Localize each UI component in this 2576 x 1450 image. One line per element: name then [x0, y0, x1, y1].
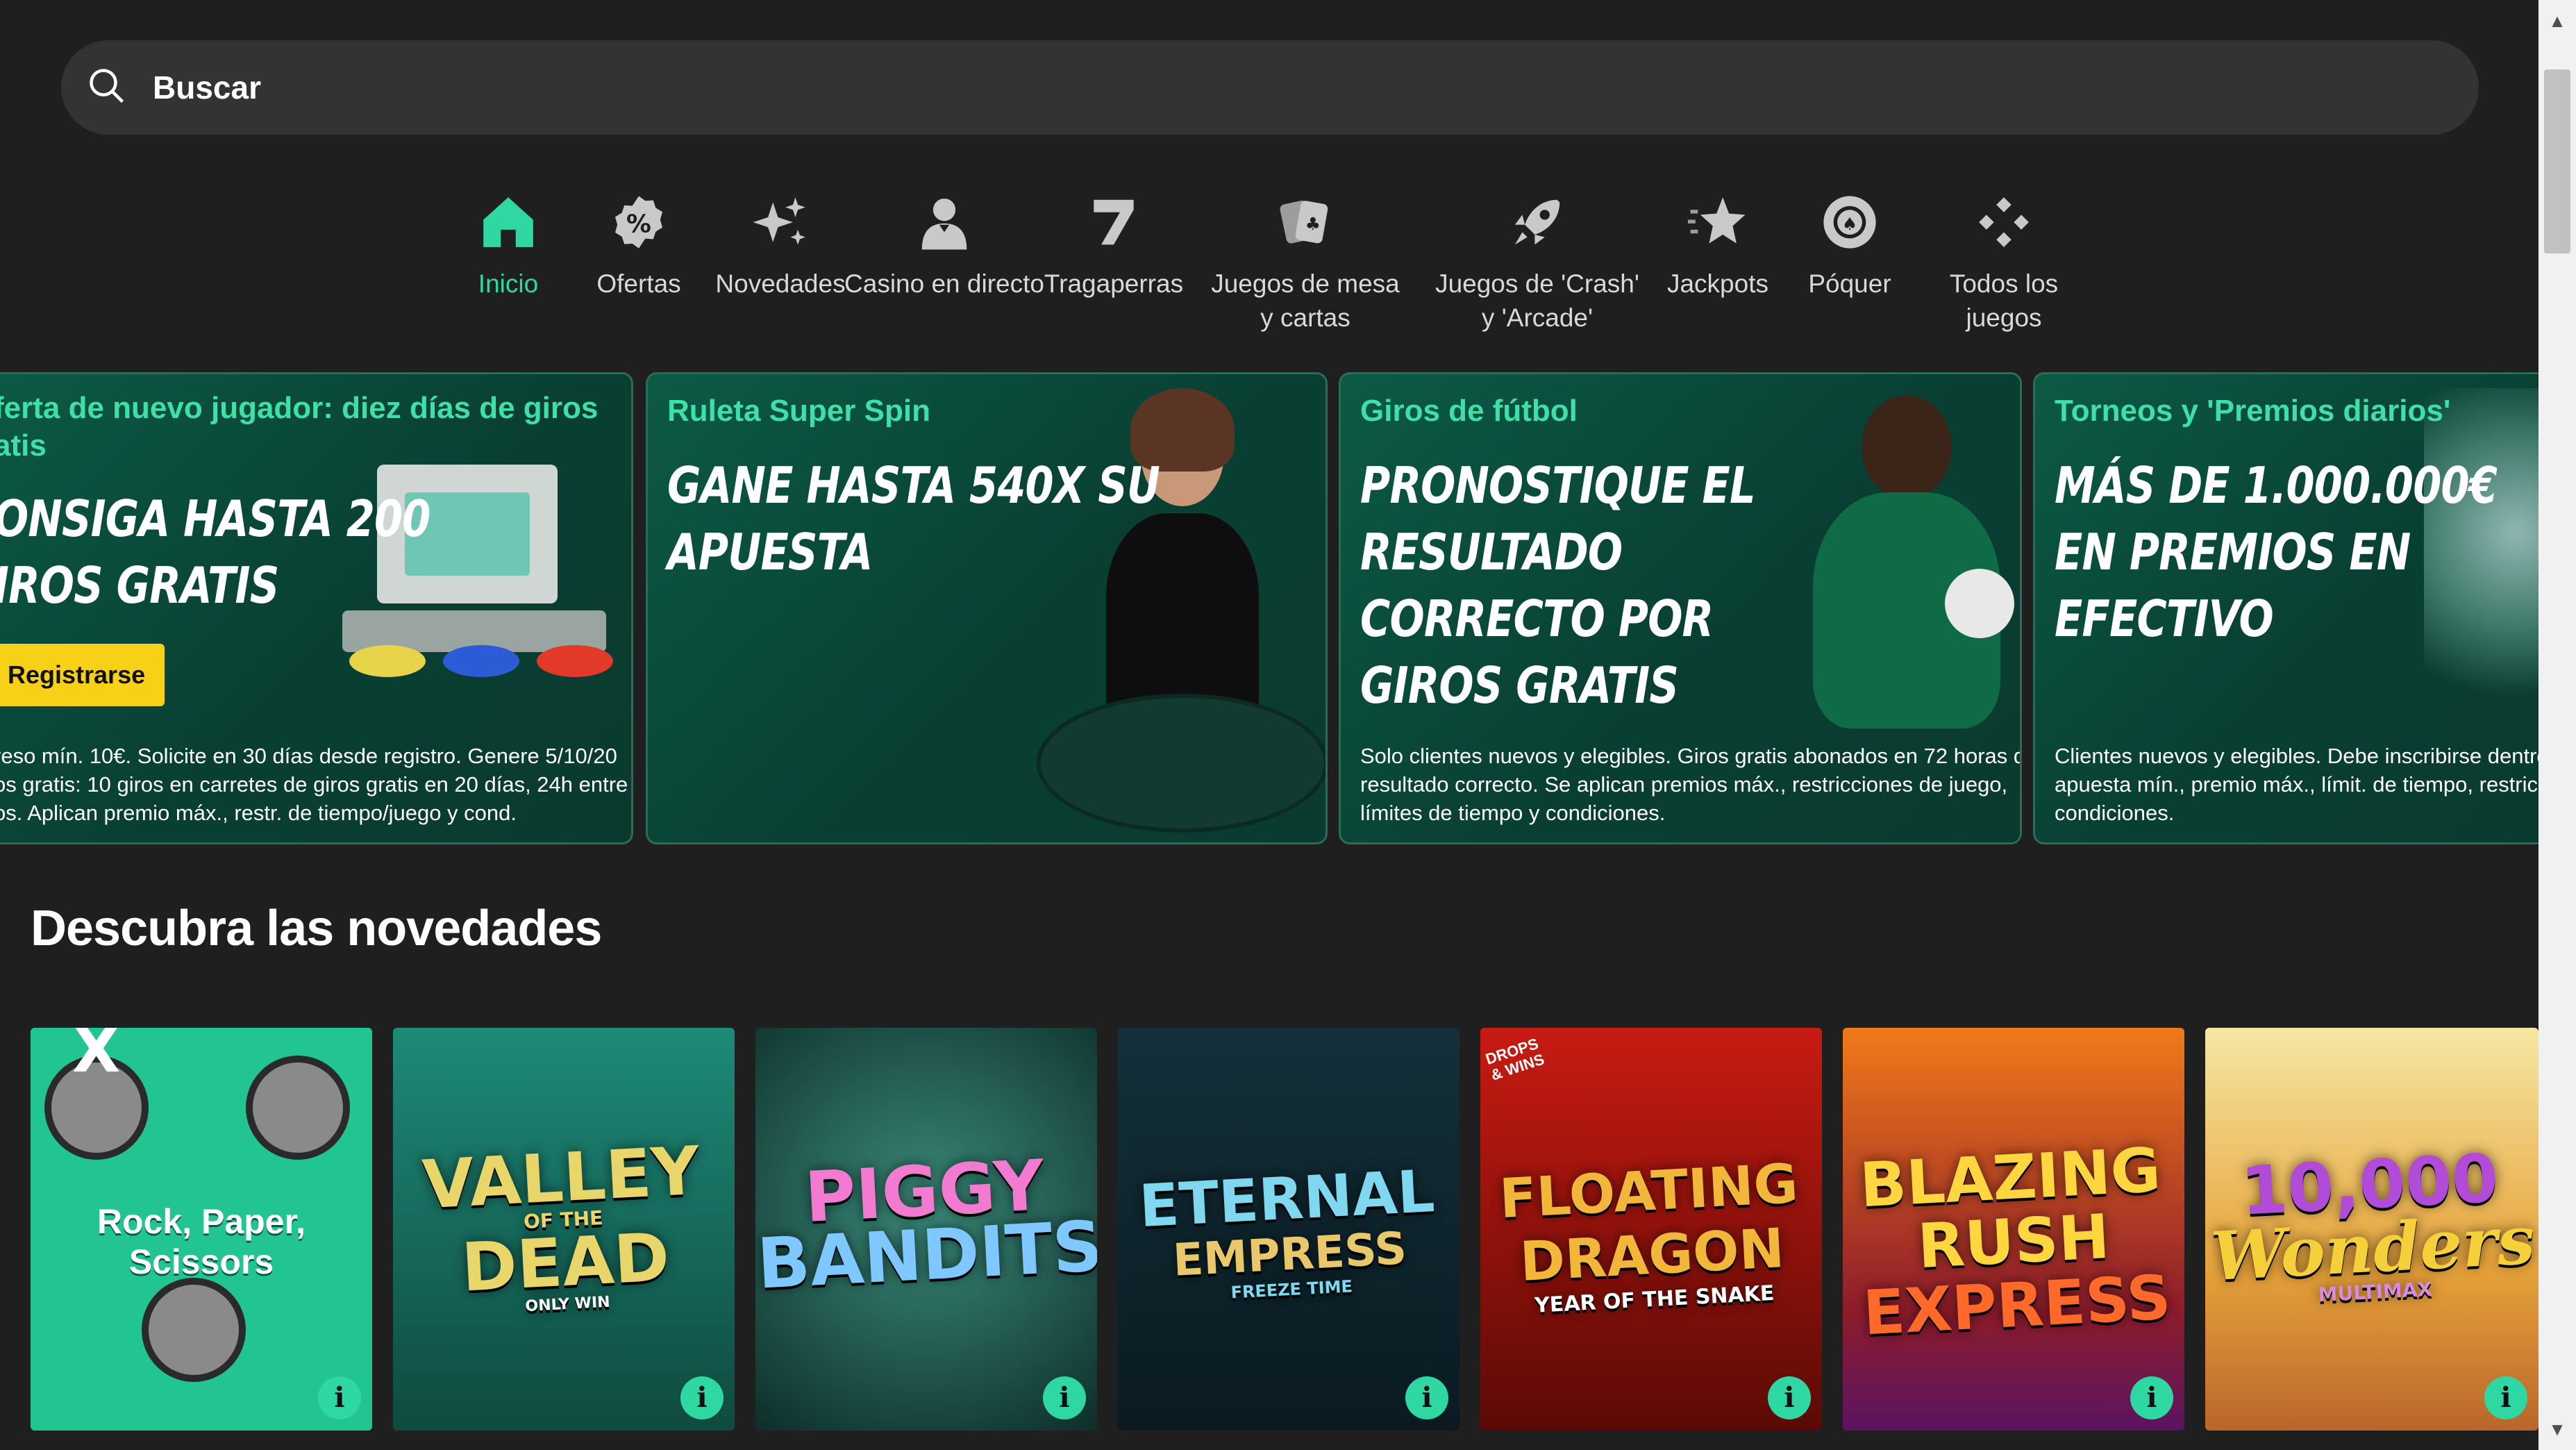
promo-banner-ruleta[interactable]: Ruleta Super Spin GANE HASTA 540X SU APU…: [646, 372, 1328, 844]
info-icon[interactable]: i: [1043, 1376, 1086, 1419]
game-tile-blazing-rush-express[interactable]: BLAZING RUSH EXPRESS i: [1843, 1028, 2184, 1431]
register-button[interactable]: Registrarse: [0, 644, 165, 706]
scroll-down-arrow-icon[interactable]: ▼: [2539, 1415, 2576, 1443]
nav-label: Tragaperras: [1044, 269, 1184, 298]
nav-label: Juegos de mesa y cartas: [1211, 269, 1400, 332]
game-badge: X: [72, 1028, 121, 1087]
category-nav: Inicio % Ofertas Novedades Casino en dir…: [0, 188, 2539, 347]
game-tile-piggy-bandits[interactable]: PIGGY BANDITS i: [755, 1028, 1097, 1431]
sparkles-icon: [746, 188, 815, 257]
info-icon[interactable]: i: [1768, 1376, 1811, 1419]
page-scrollbar[interactable]: ▲ ▼: [2539, 0, 2576, 1450]
nav-todos-los-juegos[interactable]: Todos los juegos: [1900, 188, 2108, 335]
game-name: FLOATING DRAGON YEAR OF THE SNAKE: [1498, 1152, 1800, 1318]
poker-chip-icon: ♠: [1815, 188, 1884, 257]
nav-label: Novedades: [715, 269, 846, 298]
nav-label: Póquer: [1808, 269, 1891, 298]
section-title: Descubra las novedades: [31, 901, 602, 956]
banner-subtitle: Giros de fútbol: [1360, 394, 1578, 428]
game-name: VALLEY OF THE DEAD ONLY WIN: [420, 1131, 702, 1316]
banner-subtitle: Ruleta Super Spin: [667, 394, 930, 428]
promo-banner-torneos[interactable]: Torneos y 'Premios diarios' MÁS DE 1.000…: [2033, 372, 2561, 844]
game-tile-valley-of-the-dead[interactable]: VALLEY OF THE DEAD ONLY WIN i: [393, 1028, 735, 1431]
rocket-icon: [1503, 188, 1572, 257]
game-tile-floating-dragon[interactable]: DROPS & WINS FLOATING DRAGON YEAR OF THE…: [1480, 1028, 1822, 1431]
search-icon: [86, 65, 128, 110]
search-input[interactable]: [153, 69, 2375, 106]
game-tile-eternal-empress[interactable]: ETERNAL EMPRESS FREEZE TIME i: [1118, 1028, 1460, 1431]
info-icon[interactable]: i: [1405, 1376, 1448, 1419]
info-icon[interactable]: i: [2130, 1376, 2173, 1419]
game-name: PIGGY BANDITS: [755, 1144, 1097, 1305]
game-name: Rock, Paper, Scissors: [97, 1202, 306, 1281]
dealer-icon: [910, 188, 979, 257]
drops-wins-badge: DROPS & WINS: [1483, 1034, 1547, 1084]
game-name: ETERNAL EMPRESS FREEZE TIME: [1137, 1156, 1437, 1303]
coin-icon: [142, 1278, 246, 1382]
banner-terms: Solo clientes nuevos y elegibles. Giros …: [1360, 744, 2022, 825]
scroll-up-arrow-icon[interactable]: ▲: [2539, 7, 2576, 35]
home-icon: [474, 188, 543, 257]
cards-icon: ♣: [1271, 188, 1340, 257]
game-tile-10000-wonders[interactable]: 10,000 Wonders MULTIMAX i: [2205, 1028, 2539, 1431]
coin-icon: [246, 1056, 350, 1160]
game-name: BLAZING RUSH EXPRESS: [1857, 1133, 2173, 1349]
promo-carousel: ferta de nuevo jugador: diez días de gir…: [0, 372, 2561, 844]
nav-crash-arcade[interactable]: Juegos de 'Crash' y 'Arcade': [1433, 188, 1641, 335]
nav-label: Inicio: [478, 269, 539, 298]
banner-title: PRONOSTIQUE EL RESULTADO CORRECTO POR GI…: [1360, 456, 1756, 715]
game-tile-rock-paper-scissors[interactable]: X Rock, Paper, Scissors i: [31, 1028, 372, 1431]
seven-icon: [1079, 188, 1148, 257]
games-row: X Rock, Paper, Scissors i VALLEY OF THE …: [0, 1028, 2539, 1450]
banner-subtitle: ferta de nuevo jugador: diez días de gir…: [0, 391, 599, 462]
nav-label: Ofertas: [596, 269, 681, 298]
svg-text:♠: ♠: [1842, 214, 1857, 234]
nav-label: Todos los juegos: [1949, 269, 2059, 332]
nav-label: Juegos de 'Crash' y 'Arcade': [1435, 269, 1639, 332]
page: Inicio % Ofertas Novedades Casino en dir…: [0, 0, 2576, 1450]
scroll-thumb[interactable]: [2544, 69, 2570, 253]
banner-terms: Clientes nuevos y elegibles. Debe inscri…: [2055, 744, 2561, 825]
info-icon[interactable]: i: [2484, 1376, 2527, 1419]
banner-title: ONSIGA HASTA 200 IROS GRATIS: [0, 490, 430, 615]
banner-title: MÁS DE 1.000.000€ EN PREMIOS EN EFECTIVO: [2055, 456, 2498, 648]
promo-banner-nuevo-jugador[interactable]: ferta de nuevo jugador: diez días de gir…: [0, 372, 633, 844]
star-icon: [1683, 188, 1753, 257]
promo-banner-giros-futbol[interactable]: Giros de fútbol PRONOSTIQUE EL RESULTADO…: [1339, 372, 2022, 844]
svg-text:♣: ♣: [1305, 214, 1321, 234]
banner-subtitle: Torneos y 'Premios diarios': [2055, 394, 2451, 428]
info-icon[interactable]: i: [318, 1376, 361, 1419]
percent-badge-icon: %: [604, 188, 674, 257]
info-icon[interactable]: i: [680, 1376, 724, 1419]
game-name: 10,000 Wonders MULTIMAX: [2209, 1139, 2537, 1307]
search-bar[interactable]: [61, 40, 2479, 135]
diamonds-icon: [1969, 188, 2039, 257]
nav-juegos-de-mesa[interactable]: ♣ Juegos de mesa y cartas: [1201, 188, 1410, 335]
banner-title: GANE HASTA 540X SU APUESTA: [667, 456, 1160, 581]
nav-tragaperras[interactable]: Tragaperras: [1010, 188, 1218, 301]
banner-terms: reso mín. 10€. Solicite en 30 días desde…: [0, 744, 628, 825]
footballer-photo: [1785, 388, 2020, 749]
svg-text:%: %: [626, 210, 651, 238]
